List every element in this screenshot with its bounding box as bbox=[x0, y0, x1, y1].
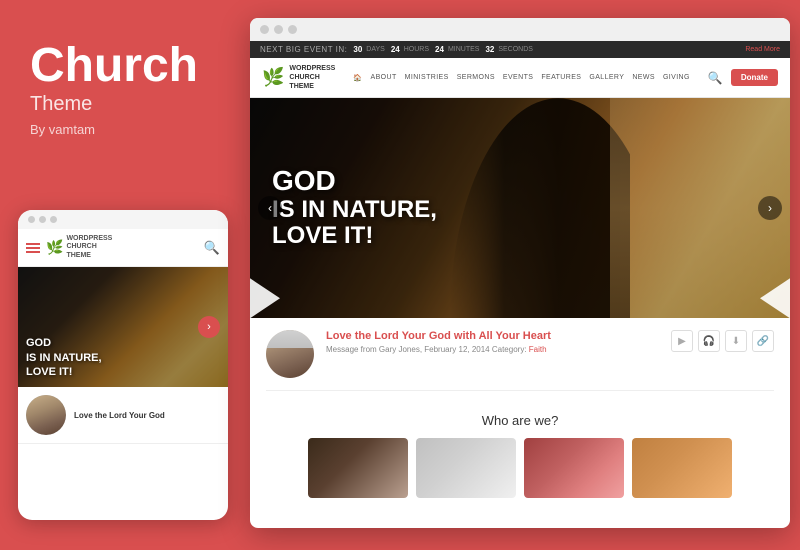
next-slide-button[interactable]: › bbox=[758, 196, 782, 220]
desktop-nav-right: 🔍 Donate bbox=[708, 69, 778, 86]
who-image-1[interactable] bbox=[308, 438, 408, 498]
minutes-value: 24 bbox=[435, 45, 444, 54]
sermon-avatar bbox=[266, 330, 314, 378]
sermon-title[interactable]: Love the Lord Your God with All Your Hea… bbox=[326, 330, 659, 342]
mobile-dot-2 bbox=[39, 216, 46, 223]
who-image-3[interactable] bbox=[524, 438, 624, 498]
logo-text-mobile: WORDPRESSCHURCHTHEME bbox=[66, 235, 112, 260]
hero-line3: LOVE IT! bbox=[26, 365, 102, 379]
who-image-2[interactable] bbox=[416, 438, 516, 498]
mobile-nav-left: 🌿 WORDPRESSCHURCHTHEME bbox=[26, 235, 112, 260]
seconds-unit: SECONDS bbox=[498, 46, 533, 53]
hero-line2: IS IN NATURE, bbox=[272, 197, 437, 223]
mobile-sermon-title: Love the Lord Your God bbox=[74, 410, 165, 421]
mobile-hero-text: GOD IS IN NATURE, LOVE IT! bbox=[18, 328, 110, 387]
hero-line1: GOD bbox=[26, 336, 102, 350]
desktop-logo: 🌿 WORDPRESSCHURCHTHEME bbox=[262, 64, 335, 91]
seconds-counter: 32 SECONDS bbox=[485, 45, 533, 54]
prev-slide-button[interactable]: ‹ bbox=[258, 196, 282, 220]
who-section: Who are we? bbox=[250, 403, 790, 508]
avatar-hair bbox=[266, 330, 314, 348]
nav-features[interactable]: FEATURES bbox=[541, 74, 581, 81]
mobile-top-bar bbox=[18, 210, 228, 229]
hamburger-icon[interactable] bbox=[26, 243, 40, 253]
mobile-dot-1 bbox=[28, 216, 35, 223]
hero-line2: IS IN NATURE, bbox=[26, 351, 102, 365]
mobile-hero: GOD IS IN NATURE, LOVE IT! › bbox=[18, 267, 228, 387]
minutes-counter: 24 MINUTES bbox=[435, 45, 479, 54]
sermon-info: Love the Lord Your God with All Your Hea… bbox=[326, 330, 659, 354]
hours-value: 24 bbox=[391, 45, 400, 54]
nav-about[interactable]: ABOUT bbox=[371, 74, 397, 81]
logo-text-desktop: WORDPRESSCHURCHTHEME bbox=[289, 64, 335, 91]
search-icon[interactable]: 🔍 bbox=[204, 240, 220, 256]
desktop-dot-2 bbox=[274, 25, 283, 34]
days-unit: DAYS bbox=[366, 46, 385, 53]
sermon-meta: Message from Gary Jones, February 12, 20… bbox=[326, 345, 659, 354]
logo-flame-icon: 🌿 bbox=[262, 67, 284, 88]
app-subtitle: Theme bbox=[30, 93, 210, 116]
mobile-nav: 🌿 WORDPRESSCHURCHTHEME 🔍 bbox=[18, 229, 228, 267]
nav-gallery[interactable]: GALLERY bbox=[589, 74, 624, 81]
app-author: By vamtam bbox=[30, 122, 210, 137]
nav-giving[interactable]: GIVING bbox=[663, 74, 690, 81]
hero-line3: LOVE IT! bbox=[272, 224, 437, 250]
hero-line1: GOD bbox=[272, 166, 437, 197]
who-images bbox=[266, 438, 774, 498]
church-logo-mobile: 🌿 WORDPRESSCHURCHTHEME bbox=[46, 235, 112, 260]
event-bar: NEXT BIG EVENT IN: 30 DAYS 24 HOURS 24 M… bbox=[250, 41, 790, 58]
mobile-sermon-card: Love the Lord Your God bbox=[18, 387, 228, 444]
hero-text: GOD IS IN NATURE, LOVE IT! bbox=[272, 166, 437, 250]
sermon-category[interactable]: Faith bbox=[529, 345, 547, 354]
avatar-image bbox=[26, 395, 66, 435]
event-bar-label: NEXT BIG EVENT IN: bbox=[260, 45, 347, 54]
desktop-content: Love the Lord Your God with All Your Hea… bbox=[250, 318, 790, 403]
left-panel: Church Theme By vamtam 🌿 WORDPRESSCHURCH… bbox=[0, 0, 240, 550]
hours-unit: HOURS bbox=[404, 46, 429, 53]
sermon-meta-text: Message from Gary Jones, February 12, 20… bbox=[326, 345, 527, 354]
play-button[interactable]: ▶ bbox=[671, 330, 693, 352]
minutes-unit: MINUTES bbox=[448, 46, 480, 53]
nav-sermons[interactable]: SERMONS bbox=[457, 74, 495, 81]
desktop-top-bar bbox=[250, 18, 790, 41]
desktop-nav: 🌿 WORDPRESSCHURCHTHEME 🏠 ABOUT MINISTRIE… bbox=[250, 58, 790, 98]
nav-home[interactable]: 🏠 bbox=[353, 74, 362, 82]
seconds-value: 32 bbox=[485, 45, 494, 54]
sermon-avatar bbox=[26, 395, 66, 435]
sermon-card: Love the Lord Your God with All Your Hea… bbox=[266, 330, 774, 391]
download-button[interactable]: ⬇ bbox=[725, 330, 747, 352]
hours-counter: 24 HOURS bbox=[391, 45, 429, 54]
who-title: Who are we? bbox=[266, 413, 774, 428]
mobile-mockup: 🌿 WORDPRESSCHURCHTHEME 🔍 GOD IS IN NATUR… bbox=[18, 210, 228, 520]
days-value: 30 bbox=[353, 45, 362, 54]
flame-icon: 🌿 bbox=[46, 239, 63, 256]
desktop-hero: GOD IS IN NATURE, LOVE IT! ‹ › bbox=[250, 98, 790, 318]
nav-news[interactable]: NEWS bbox=[632, 74, 655, 81]
mobile-dot-3 bbox=[50, 216, 57, 223]
who-image-4[interactable] bbox=[632, 438, 732, 498]
next-slide-button[interactable]: › bbox=[198, 316, 220, 338]
nav-ministries[interactable]: MINISTRIES bbox=[405, 74, 449, 81]
desktop-nav-links: 🏠 ABOUT MINISTRIES SERMONS EVENTS FEATUR… bbox=[353, 74, 689, 82]
desktop-mockup: NEXT BIG EVENT IN: 30 DAYS 24 HOURS 24 M… bbox=[250, 18, 790, 528]
desktop-dot-1 bbox=[260, 25, 269, 34]
headphones-button[interactable]: 🎧 bbox=[698, 330, 720, 352]
read-more-link[interactable]: Read More bbox=[745, 46, 780, 53]
search-icon[interactable]: 🔍 bbox=[708, 71, 723, 85]
sermon-actions: ▶ 🎧 ⬇ 🔗 bbox=[671, 330, 774, 352]
nav-events[interactable]: EVENTS bbox=[503, 74, 533, 81]
link-button[interactable]: 🔗 bbox=[752, 330, 774, 352]
donate-button[interactable]: Donate bbox=[731, 69, 778, 86]
app-title: Church bbox=[30, 40, 210, 93]
desktop-dot-3 bbox=[288, 25, 297, 34]
days-counter: 30 DAYS bbox=[353, 45, 384, 54]
